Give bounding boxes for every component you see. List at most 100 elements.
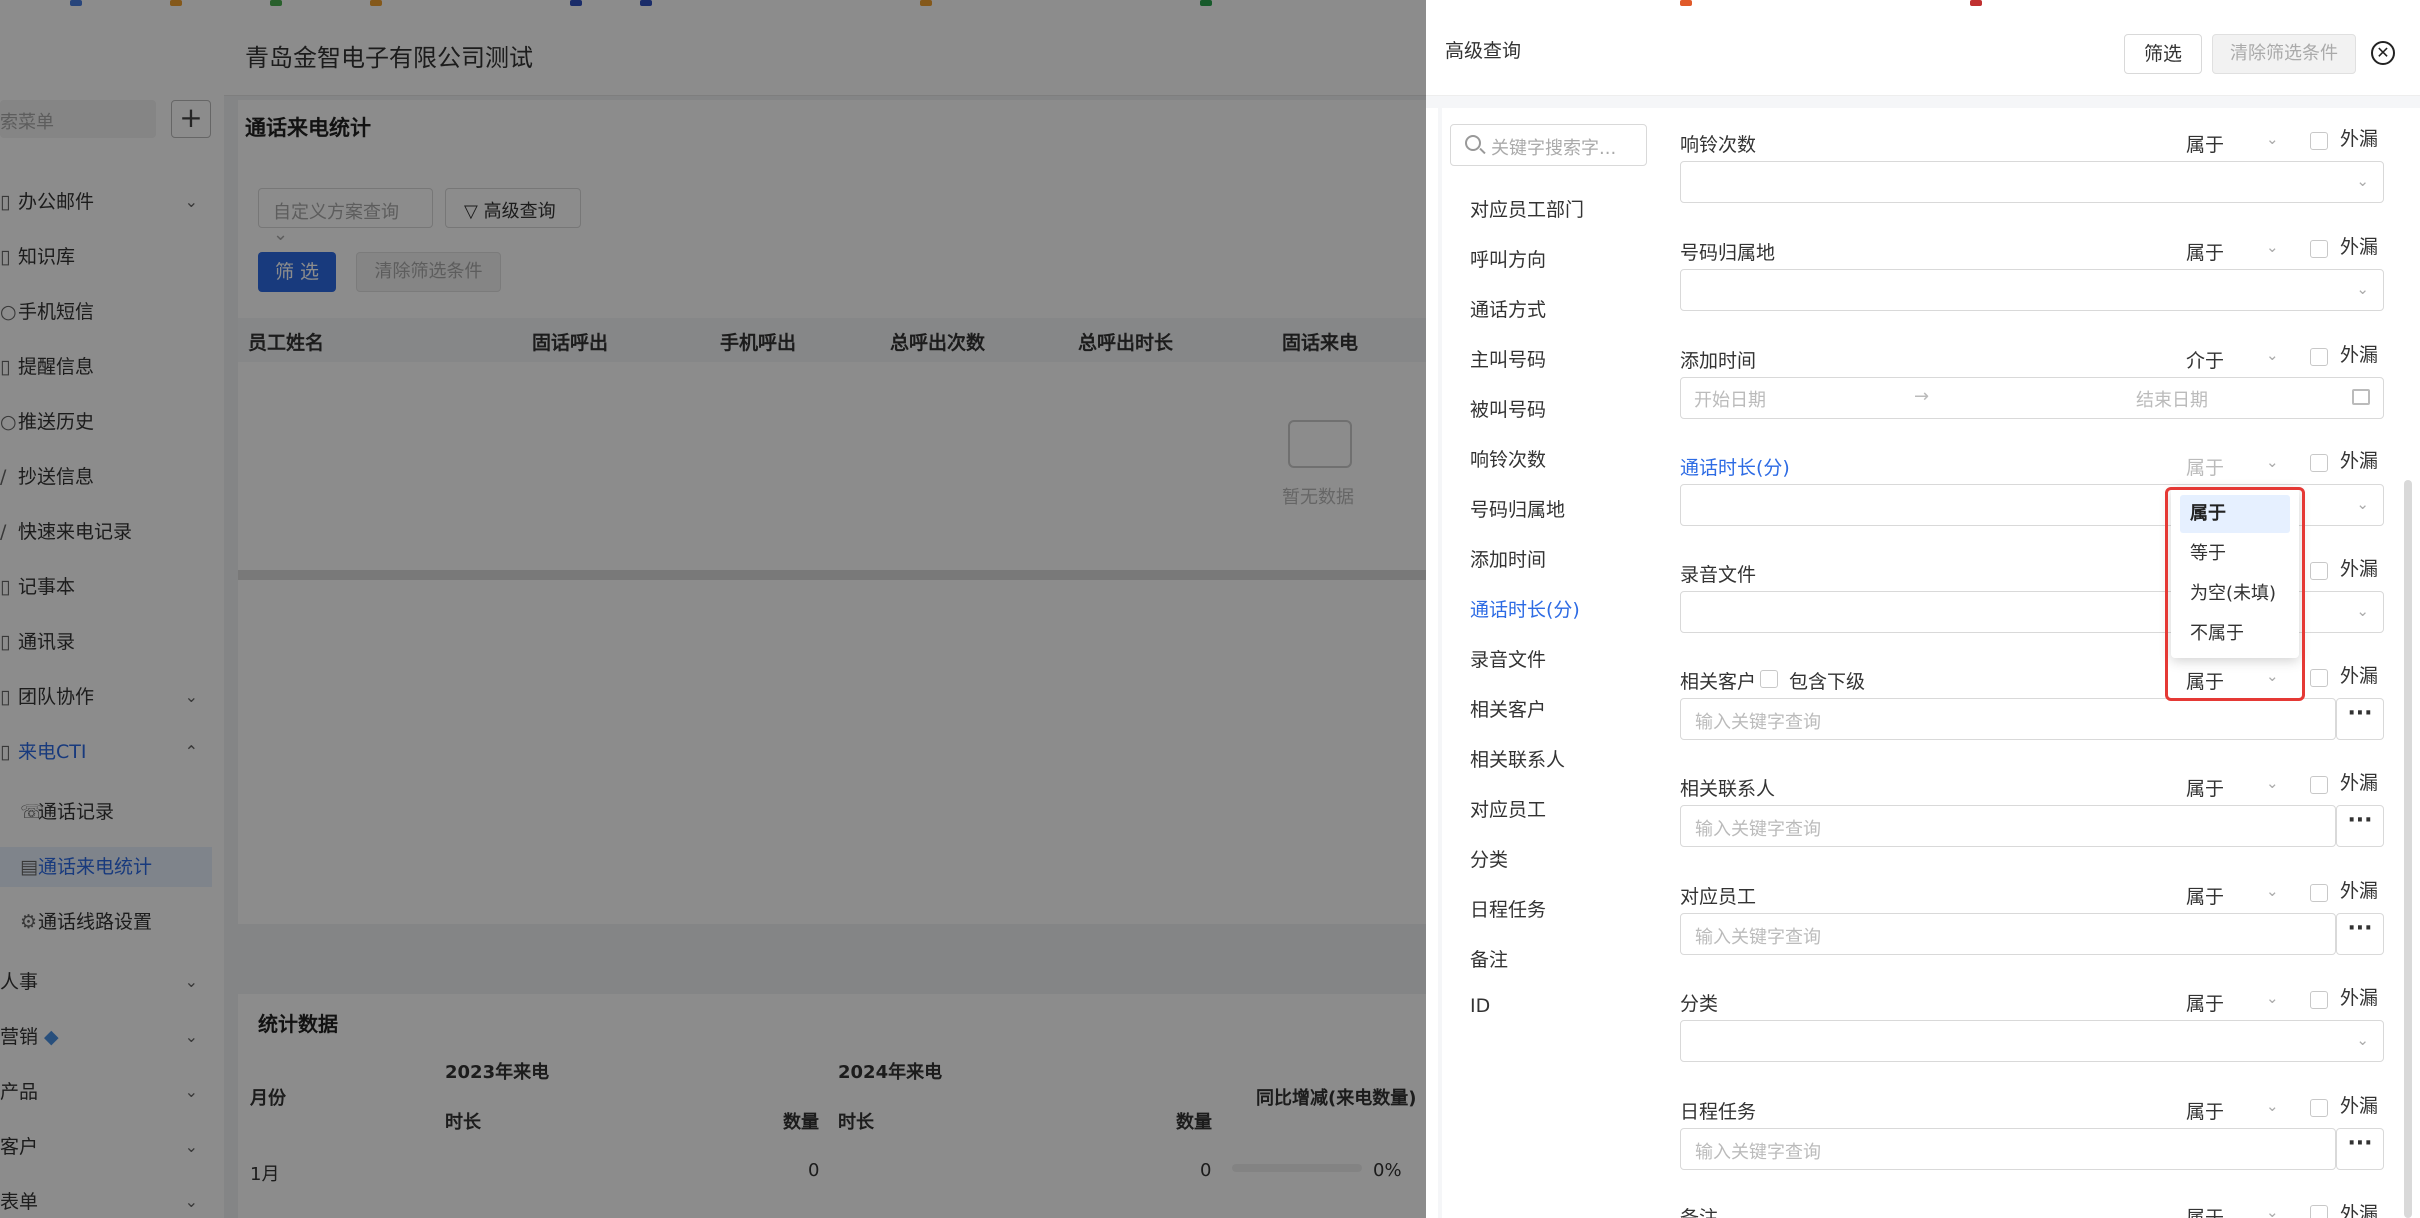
field-label: 分类: [1680, 993, 1719, 1015]
drawer-title: 高级查询: [1445, 40, 1522, 62]
chevron-down-icon: ⌄: [2356, 1031, 2369, 1049]
exclude-checkbox[interactable]: [2310, 454, 2328, 472]
lookup-input[interactable]: 输入关键字查询: [1680, 1128, 2336, 1170]
chevron-down-icon: ⌄: [2266, 882, 2279, 900]
field-nav-item[interactable]: ID: [1470, 995, 1490, 1017]
field-label: 录音文件: [1680, 564, 1757, 586]
field-nav-item[interactable]: 录音文件: [1470, 645, 1546, 672]
chevron-down-icon: ⌄: [2266, 989, 2279, 1007]
value-select[interactable]: ⌄: [1680, 269, 2384, 311]
chevron-down-icon: ⌄: [2266, 238, 2279, 256]
field-search-input[interactable]: 关键字搜索字...: [1450, 124, 1647, 166]
field-label: 号码归属地: [1680, 242, 1776, 264]
field-label: 相关客户: [1680, 671, 1757, 693]
calendar-icon: [2352, 389, 2370, 405]
end-date-input[interactable]: 结束日期: [2136, 386, 2208, 412]
operator-select[interactable]: 属于: [2186, 882, 2224, 909]
lookup-placeholder: 输入关键字查询: [1695, 927, 1821, 948]
field-label: 备注: [1680, 1207, 1719, 1218]
value-select[interactable]: ⌄: [1680, 1020, 2384, 1062]
exclude-label: 外漏: [2340, 344, 2379, 366]
field-nav-item[interactable]: 对应员工部门: [1470, 195, 1584, 222]
include-sub-checkbox[interactable]: [1760, 670, 1778, 688]
chevron-down-icon: ⌄: [2266, 1203, 2279, 1218]
field-nav-item[interactable]: 通话方式: [1470, 295, 1546, 322]
field-label: 响铃次数: [1680, 134, 1757, 156]
field-nav-item[interactable]: 备注: [1470, 945, 1508, 972]
more-button[interactable]: ···: [2336, 805, 2384, 847]
exclude-checkbox[interactable]: [2310, 1205, 2328, 1218]
close-icon[interactable]: ✕: [2371, 41, 2395, 65]
field-nav-item[interactable]: 号码归属地: [1470, 495, 1565, 522]
lookup-input[interactable]: 输入关键字查询: [1680, 805, 2336, 847]
field-nav-item[interactable]: 相关联系人: [1470, 745, 1565, 772]
exclude-label: 外漏: [2340, 236, 2379, 258]
field-nav-item[interactable]: 被叫号码: [1470, 395, 1546, 422]
operator-select[interactable]: 属于: [2186, 1203, 2224, 1218]
exclude-checkbox[interactable]: [2310, 884, 2328, 902]
lookup-input[interactable]: 输入关键字查询: [1680, 698, 2336, 740]
exclude-label: 外漏: [2340, 1203, 2379, 1218]
drawer-clear-button[interactable]: 清除筛选条件: [2212, 34, 2356, 74]
more-button[interactable]: ···: [2336, 913, 2384, 955]
field-nav-item[interactable]: 分类: [1470, 845, 1508, 872]
include-sub-label: 包含下级: [1789, 671, 1866, 693]
field-search-placeholder: 关键字搜索字...: [1491, 138, 1617, 159]
lookup-input[interactable]: 输入关键字查询: [1680, 913, 2336, 955]
operator-select[interactable]: 介于: [2186, 346, 2224, 373]
field-nav-item[interactable]: 日程任务: [1470, 895, 1546, 922]
lookup-placeholder: 输入关键字查询: [1695, 819, 1821, 840]
exclude-checkbox[interactable]: [2310, 776, 2328, 794]
operator-select[interactable]: 属于: [2186, 130, 2224, 157]
exclude-checkbox[interactable]: [2310, 132, 2328, 150]
exclude-checkbox[interactable]: [2310, 562, 2328, 580]
drawer-scrollbar[interactable]: [2404, 480, 2412, 1218]
drawer-divider: [1426, 96, 2420, 108]
exclude-checkbox[interactable]: [2310, 240, 2328, 258]
search-icon: [1465, 135, 1481, 151]
operator-select[interactable]: 属于: [2186, 1097, 2224, 1124]
exclude-checkbox[interactable]: [2310, 1099, 2328, 1117]
operator-select-open[interactable]: 属于: [2186, 453, 2224, 480]
field-nav-item[interactable]: 呼叫方向: [1470, 245, 1546, 272]
exclude-checkbox[interactable]: [2310, 348, 2328, 366]
value-select[interactable]: ⌄: [1680, 161, 2384, 203]
exclude-checkbox[interactable]: [2310, 991, 2328, 1009]
field-nav-item[interactable]: 主叫号码: [1470, 345, 1546, 372]
exclude-label: 外漏: [2340, 128, 2379, 150]
drawer-filter-button[interactable]: 筛选: [2124, 34, 2202, 74]
operator-select[interactable]: 属于: [2186, 774, 2224, 801]
field-label: 相关联系人: [1680, 778, 1776, 800]
start-date-input[interactable]: 开始日期: [1694, 386, 1766, 412]
operator-select[interactable]: 属于: [2186, 989, 2224, 1016]
modal-overlay[interactable]: [0, 0, 1426, 1218]
field-nav-item[interactable]: 相关客户: [1470, 695, 1546, 722]
field-nav-item[interactable]: 响铃次数: [1470, 445, 1546, 472]
field-nav-item-active[interactable]: 通话时长(分): [1470, 595, 1580, 622]
highlight-box: [2165, 487, 2305, 701]
exclude-label: 外漏: [2340, 772, 2379, 794]
operator-select[interactable]: 属于: [2186, 238, 2224, 265]
chevron-down-icon: ⌄: [2356, 172, 2369, 190]
chevron-down-icon: ⌄: [2266, 453, 2279, 471]
exclude-label: 外漏: [2340, 880, 2379, 902]
field-label: 对应员工: [1680, 886, 1757, 908]
exclude-label: 外漏: [2340, 665, 2379, 687]
date-range-picker[interactable]: [1680, 377, 2384, 419]
more-button[interactable]: ···: [2336, 698, 2384, 740]
field-nav-item[interactable]: 添加时间: [1470, 545, 1546, 572]
chevron-down-icon: ⌄: [2356, 280, 2369, 298]
lookup-placeholder: 输入关键字查询: [1695, 712, 1821, 733]
drawer-divider: [1438, 108, 1442, 1218]
field-nav-item[interactable]: 对应员工: [1470, 795, 1546, 822]
chevron-down-icon: ⌄: [2356, 495, 2369, 513]
field-label: 添加时间: [1680, 350, 1757, 372]
chevron-down-icon: ⌄: [2266, 774, 2279, 792]
exclude-label: 外漏: [2340, 987, 2379, 1009]
chevron-down-icon: ⌄: [2266, 346, 2279, 364]
chevron-down-icon: ⌄: [2266, 130, 2279, 148]
chevron-down-icon: ⌄: [2356, 602, 2369, 620]
date-range-arrow: →: [1914, 386, 1930, 407]
more-button[interactable]: ···: [2336, 1128, 2384, 1170]
exclude-checkbox[interactable]: [2310, 669, 2328, 687]
